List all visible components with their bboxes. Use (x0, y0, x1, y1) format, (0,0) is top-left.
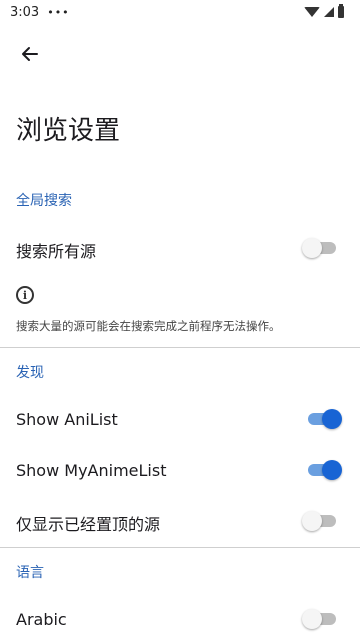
setting-label-arabic: Arabic (16, 610, 67, 629)
setting-label-search-all-sources: 搜索所有源 (16, 242, 97, 261)
setting-label-show-anilist: Show AniList (16, 410, 118, 429)
toggle-arabic[interactable] (302, 608, 338, 630)
toggle-pinned-only[interactable] (302, 510, 338, 532)
info-icon: i (16, 286, 34, 304)
back-button[interactable] (14, 38, 46, 70)
battery-icon (338, 4, 344, 18)
toggle-thumb (322, 409, 342, 429)
toggle-thumb (302, 238, 322, 258)
toggle-thumb (302, 511, 322, 531)
section-header-language: 语言 (16, 565, 44, 581)
setting-label-show-myanimelist: Show MyAnimeList (16, 461, 167, 480)
status-icons (304, 4, 344, 18)
toggle-thumb (322, 460, 342, 480)
info-text: 搜索大量的源可能会在搜索完成之前程序无法操作。 (16, 319, 281, 333)
setting-label-pinned-only: 仅显示已经置顶的源 (16, 515, 161, 534)
signal-icon (324, 7, 334, 17)
status-time: 3:03 (10, 4, 40, 20)
toggle-search-all-sources[interactable] (302, 237, 338, 259)
section-divider (0, 547, 360, 548)
toggle-thumb (302, 609, 322, 629)
section-header-discover: 发现 (16, 365, 44, 381)
status-bar: 3:03 ••• (0, 0, 360, 24)
notification-dots-icon: ••• (47, 5, 70, 19)
section-divider (0, 347, 360, 348)
page-title: 浏览设置 (16, 116, 121, 146)
arrow-back-icon (22, 47, 38, 61)
toggle-show-myanimelist[interactable] (306, 459, 342, 481)
status-left: 3:03 ••• (10, 5, 70, 20)
wifi-icon (304, 7, 320, 17)
section-header-global-search: 全局搜索 (16, 193, 72, 209)
toggle-show-anilist[interactable] (306, 408, 342, 430)
